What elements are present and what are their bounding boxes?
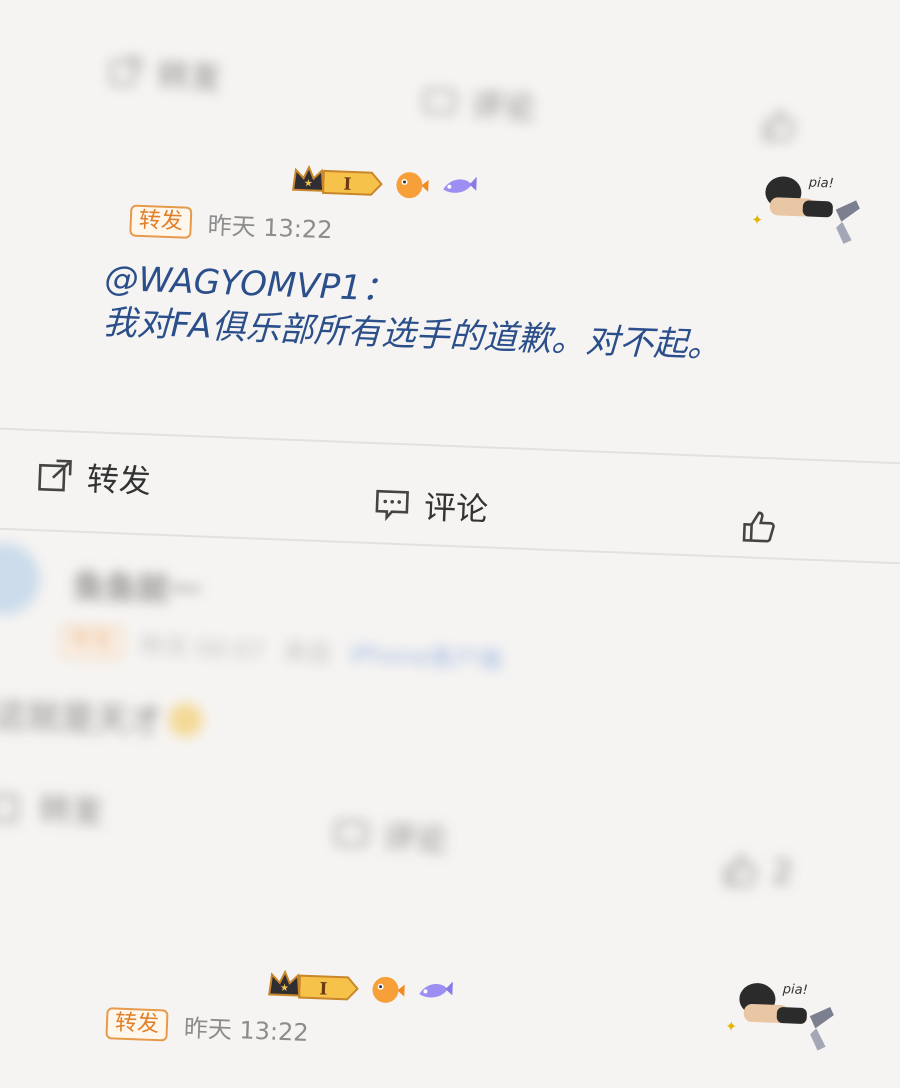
pufferfish-badge [372, 976, 405, 1003]
feed-page: 转发 评论 ★ I 转发 昨天 13:22 pia! ✦ @WAGYOMVP1：… [0, 0, 900, 1087]
repost-tag: 转发 [105, 1006, 169, 1042]
like-button[interactable] [740, 508, 777, 545]
pia-sticker: pia! ✦ [751, 175, 860, 244]
svg-text:✦: ✦ [751, 212, 764, 228]
comment-username[interactable]: 鱼鱼就一 [72, 561, 202, 612]
repost-icon [109, 56, 142, 87]
thumbs-up-icon [724, 854, 757, 887]
svg-text:✦: ✦ [725, 1019, 738, 1035]
fish-badge [419, 981, 453, 998]
comment-comment-button[interactable]: 评论 [333, 811, 449, 861]
comment-tag: 转发 [60, 624, 124, 660]
repost-icon [0, 794, 19, 823]
level-text: I [343, 175, 352, 195]
client-link[interactable]: iPhone客户端 [349, 634, 503, 675]
svg-text:★: ★ [280, 983, 289, 994]
fish-badge [443, 176, 477, 193]
repost-button[interactable]: 转发 [36, 452, 152, 502]
top-like-button[interactable] [760, 107, 797, 144]
svg-text:★: ★ [304, 178, 313, 189]
bottom-badge-row: ★ I [267, 968, 454, 1009]
avatar[interactable] [0, 541, 42, 617]
comment-icon [334, 820, 369, 847]
top-repost-button[interactable]: 转发 [107, 49, 223, 99]
comment-meta: 转发 昨天 00:07 来自 iPhone客户端 [60, 623, 503, 675]
top-comment-button[interactable]: 评论 [421, 79, 537, 129]
pufferfish-badge [396, 172, 429, 199]
crown-level-badge: ★ I [291, 164, 383, 196]
post-content: @WAGYOMVP1： 我对FA俱乐部所有选手的道歉。对不起。 [102, 257, 805, 372]
from-label: 来自 [282, 637, 332, 668]
level-text: I [319, 979, 328, 999]
comment-item: 鱼鱼就一 转发 昨天 00:07 来自 iPhone客户端 这就是天才 转发 评… [0, 0, 900, 891]
comment-repost-button[interactable]: 转发 [0, 783, 104, 833]
comment-text: 这就是天才 [0, 688, 204, 745]
crown-level-badge: ★ I [268, 969, 359, 1001]
like-count: 2 [771, 852, 794, 892]
thumbs-up-icon [762, 109, 796, 142]
thumbs-up-icon [742, 511, 775, 543]
top-action-row: 转发 评论 [21, 0, 900, 142]
post-time: 昨天 13:22 [207, 211, 333, 245]
pia-sticker: pia! ✦ [725, 982, 834, 1051]
comment-button[interactable]: 评论 [373, 480, 489, 530]
repost-tag: 转发 [129, 203, 193, 239]
comment-icon [422, 88, 457, 115]
sticker-text: pia! [807, 175, 834, 191]
post-meta: 转发 昨天 13:22 [129, 202, 333, 245]
smile-emoji-icon [168, 701, 204, 738]
comment-like-button[interactable]: 2 [722, 851, 794, 892]
post-time: 昨天 13:22 [183, 1014, 310, 1047]
repost-icon [38, 459, 72, 492]
sticker-text: pia! [782, 982, 809, 998]
comment-icon [375, 489, 409, 522]
comment-time: 昨天 00:07 [139, 632, 266, 665]
badge-row: ★ I [291, 164, 478, 205]
bottom-post-meta: 转发 昨天 13:22 [105, 1005, 309, 1048]
